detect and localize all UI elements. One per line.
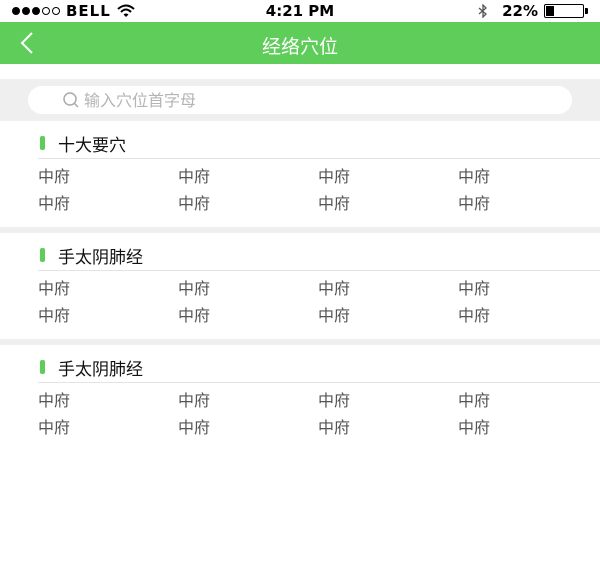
acupoint-item[interactable]: 中府 [318, 167, 458, 186]
acupoint-item[interactable]: 中府 [38, 194, 178, 213]
acupoint-section: 手太阴肺经 中府 中府 中府 中府 中府 中府 中府 中府 [0, 233, 600, 339]
status-bar: BELL 4:21 PM 22% [0, 0, 600, 22]
search-input[interactable] [82, 89, 506, 111]
acupoint-item[interactable]: 中府 [458, 194, 598, 213]
battery-percent: 22% [502, 2, 538, 20]
acupoint-grid: 中府 中府 中府 中府 中府 中府 中府 中府 [38, 167, 598, 213]
acupoint-grid: 中府 中府 中府 中府 中府 中府 中府 中府 [38, 391, 598, 437]
acupoint-item[interactable]: 中府 [38, 279, 178, 298]
section-header: 手太阴肺经 [0, 233, 600, 271]
nav-bar: 经络穴位 [0, 22, 600, 64]
acupoint-item[interactable]: 中府 [38, 167, 178, 186]
acupoint-item[interactable]: 中府 [318, 306, 458, 325]
acupoint-item[interactable]: 中府 [458, 279, 598, 298]
section-divider [38, 270, 600, 271]
acupoint-item[interactable]: 中府 [318, 418, 458, 437]
acupoint-item[interactable]: 中府 [178, 167, 318, 186]
page-title: 经络穴位 [261, 36, 338, 58]
section-header: 十大要穴 [0, 121, 600, 159]
search-icon [63, 92, 79, 108]
section-header: 手太阴肺经 [0, 345, 600, 383]
acupoint-item[interactable]: 中府 [458, 306, 598, 325]
acupoint-item[interactable]: 中府 [38, 306, 178, 325]
acupoint-section: 手太阴肺经 中府 中府 中府 中府 中府 中府 中府 中府 [0, 345, 600, 451]
acupoint-item[interactable]: 中府 [458, 418, 598, 437]
section-marker [40, 248, 45, 262]
acupoint-item[interactable]: 中府 [178, 391, 318, 410]
section-marker [40, 136, 45, 150]
acupoint-item[interactable]: 中府 [38, 391, 178, 410]
battery-cap [585, 8, 588, 14]
acupoint-item[interactable]: 中府 [458, 391, 598, 410]
acupoint-item[interactable]: 中府 [318, 194, 458, 213]
section-divider [38, 382, 600, 383]
acupoint-grid: 中府 中府 中府 中府 中府 中府 中府 中府 [38, 279, 598, 325]
section-title: 十大要穴 [58, 136, 126, 156]
acupoint-section: 十大要穴 中府 中府 中府 中府 中府 中府 中府 中府 [0, 121, 600, 227]
section-marker [40, 360, 45, 374]
status-bar-right: 22% [478, 2, 588, 20]
acupoint-item[interactable]: 中府 [178, 279, 318, 298]
acupoint-item[interactable]: 中府 [38, 418, 178, 437]
acupoint-item[interactable]: 中府 [178, 194, 318, 213]
acupoint-item[interactable]: 中府 [178, 306, 318, 325]
acupoint-item[interactable]: 中府 [318, 391, 458, 410]
section-title: 手太阴肺经 [58, 360, 143, 380]
section-title: 手太阴肺经 [58, 248, 143, 268]
search-box[interactable] [28, 86, 572, 114]
battery-fill [546, 6, 555, 16]
acupoint-item[interactable]: 中府 [318, 279, 458, 298]
search-bar [0, 79, 600, 121]
section-divider [38, 158, 600, 159]
acupoint-item[interactable]: 中府 [458, 167, 598, 186]
bluetooth-icon [478, 4, 488, 18]
acupoint-item[interactable]: 中府 [178, 418, 318, 437]
battery-icon [544, 4, 584, 18]
